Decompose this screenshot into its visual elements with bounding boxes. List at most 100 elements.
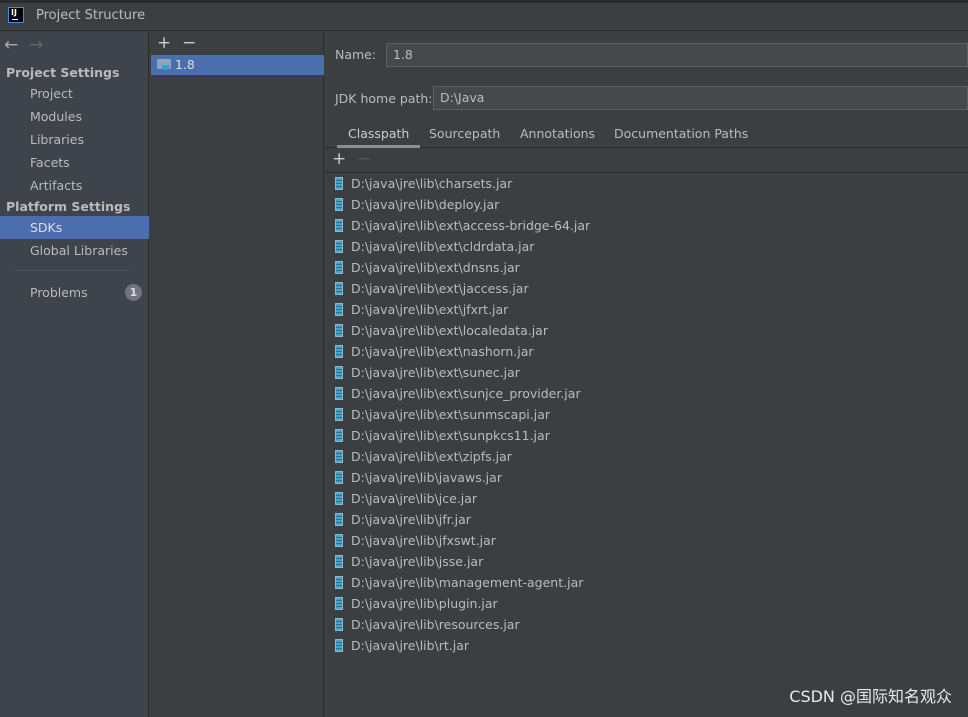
- classpath-path: D:\java\jre\lib\ext\sunmscapi.jar: [351, 407, 550, 422]
- classpath-row[interactable]: D:\java\jre\lib\jfr.jar: [335, 509, 471, 530]
- sidebar-item-libraries[interactable]: Libraries: [0, 128, 149, 151]
- classpath-path: D:\java\jre\lib\plugin.jar: [351, 596, 498, 611]
- jar-icon: [335, 492, 343, 505]
- sidebar-item-facets[interactable]: Facets: [0, 151, 149, 174]
- classpath-row[interactable]: D:\java\jre\lib\jfxswt.jar: [335, 530, 496, 551]
- classpath-row[interactable]: D:\java\jre\lib\ext\cldrdata.jar: [335, 236, 534, 257]
- classpath-path: D:\java\jre\lib\jfxswt.jar: [351, 533, 496, 548]
- classpath-row[interactable]: D:\java\jre\lib\ext\dnsns.jar: [335, 257, 520, 278]
- problems-count-badge: 1: [125, 284, 142, 301]
- classpath-row[interactable]: D:\java\jre\lib\ext\sunpkcs11.jar: [335, 425, 550, 446]
- sdk-list-panel: + − 1.8: [150, 32, 324, 717]
- tab-documentation-paths[interactable]: Documentation Paths: [603, 126, 759, 148]
- add-sdk-button[interactable]: +: [157, 33, 171, 53]
- watermark: CSDN @国际知名观众: [789, 687, 952, 706]
- name-input[interactable]: 1.8: [386, 43, 968, 67]
- classpath-path: D:\java\jre\lib\jsse.jar: [351, 554, 484, 569]
- classpath-row[interactable]: D:\java\jre\lib\charsets.jar: [335, 173, 512, 194]
- jdk-home-input[interactable]: D:\Java: [433, 86, 968, 110]
- jar-icon: [335, 387, 343, 400]
- jar-icon: [335, 513, 343, 526]
- classpath-toolbar: + −: [325, 149, 968, 173]
- name-label: Name:: [335, 47, 377, 62]
- sidebar-item-problems[interactable]: Problems 1: [0, 281, 149, 304]
- classpath-path: D:\java\jre\lib\resources.jar: [351, 617, 520, 632]
- sidebar-item-artifacts[interactable]: Artifacts: [0, 174, 149, 197]
- classpath-path: D:\java\jre\lib\charsets.jar: [351, 176, 513, 191]
- classpath-path: D:\java\jre\lib\ext\sunjce_provider.jar: [351, 386, 581, 401]
- classpath-row[interactable]: D:\java\jre\lib\ext\jfxrt.jar: [335, 299, 508, 320]
- forward-arrow-icon[interactable]: →: [29, 35, 43, 55]
- classpath-row[interactable]: D:\java\jre\lib\plugin.jar: [335, 593, 498, 614]
- window-title: Project Structure: [36, 8, 146, 23]
- classpath-path: D:\java\jre\lib\javaws.jar: [351, 470, 502, 485]
- classpath-row[interactable]: D:\java\jre\lib\ext\localedata.jar: [335, 320, 548, 341]
- jdk-home-label: JDK home path:: [335, 91, 433, 106]
- classpath-row[interactable]: D:\java\jre\lib\ext\nashorn.jar: [335, 341, 534, 362]
- classpath-row[interactable]: D:\java\jre\lib\ext\sunec.jar: [335, 362, 520, 383]
- jar-icon: [335, 366, 343, 379]
- jar-icon: [335, 345, 343, 358]
- jar-icon: [335, 177, 343, 190]
- classpath-path: D:\java\jre\lib\rt.jar: [351, 638, 470, 653]
- jar-icon: [335, 639, 343, 652]
- classpath-path: D:\java\jre\lib\ext\dnsns.jar: [351, 260, 520, 275]
- classpath-path: D:\java\jre\lib\ext\nashorn.jar: [351, 344, 534, 359]
- classpath-row[interactable]: D:\java\jre\lib\jsse.jar: [335, 551, 483, 572]
- classpath-path: D:\java\jre\lib\ext\localedata.jar: [351, 323, 548, 338]
- jar-icon: [335, 555, 343, 568]
- classpath-row[interactable]: D:\java\jre\lib\ext\zipfs.jar: [335, 446, 512, 467]
- jar-icon: [335, 240, 343, 253]
- classpath-path: D:\java\jre\lib\deploy.jar: [351, 197, 500, 212]
- classpath-row[interactable]: D:\java\jre\lib\jce.jar: [335, 488, 477, 509]
- sidebar: ← → Project Settings Project Modules Lib…: [0, 32, 149, 717]
- classpath-path: D:\java\jre\lib\ext\jfxrt.jar: [351, 302, 509, 317]
- intellij-logo-icon: IJ: [8, 7, 24, 23]
- tab-bar: Classpath Sourcepath Annotations Documen…: [325, 122, 968, 148]
- jar-icon: [335, 429, 343, 442]
- jar-icon: [335, 597, 343, 610]
- sdk-item[interactable]: 1.8: [151, 55, 324, 75]
- classpath-row[interactable]: D:\java\jre\lib\javaws.jar: [335, 467, 502, 488]
- java-cup-icon: [162, 65, 169, 70]
- title-bar: IJ Project Structure: [0, 0, 968, 31]
- classpath-row[interactable]: D:\java\jre\lib\ext\access-bridge-64.jar: [335, 215, 590, 236]
- classpath-row[interactable]: D:\java\jre\lib\ext\jaccess.jar: [335, 278, 529, 299]
- jar-icon: [335, 576, 343, 589]
- sdk-item-label: 1.8: [175, 57, 195, 72]
- remove-path-button[interactable]: −: [357, 149, 371, 169]
- jar-icon: [335, 261, 343, 274]
- classpath-row[interactable]: D:\java\jre\lib\ext\sunjce_provider.jar: [335, 383, 581, 404]
- section-project-settings: Project Settings: [6, 65, 120, 80]
- sidebar-item-project[interactable]: Project: [0, 82, 149, 105]
- jar-icon: [335, 303, 343, 316]
- jar-icon: [335, 408, 343, 421]
- classpath-row[interactable]: D:\java\jre\lib\management-agent.jar: [335, 572, 583, 593]
- jar-icon: [335, 450, 343, 463]
- classpath-path: D:\java\jre\lib\ext\access-bridge-64.jar: [351, 218, 591, 233]
- classpath-path: D:\java\jre\lib\jce.jar: [351, 491, 478, 506]
- jar-icon: [335, 618, 343, 631]
- classpath-path: D:\java\jre\lib\ext\zipfs.jar: [351, 449, 512, 464]
- classpath-path: D:\java\jre\lib\ext\sunpkcs11.jar: [351, 428, 550, 443]
- classpath-row[interactable]: D:\java\jre\lib\deploy.jar: [335, 194, 499, 215]
- tab-sourcepath[interactable]: Sourcepath: [418, 126, 511, 148]
- top-strip: [0, 0, 968, 3]
- sidebar-item-global-libraries[interactable]: Global Libraries: [0, 239, 149, 262]
- tab-annotations[interactable]: Annotations: [509, 126, 606, 148]
- sidebar-item-sdks[interactable]: SDKs: [0, 216, 149, 239]
- jar-icon: [335, 219, 343, 232]
- section-platform-settings: Platform Settings: [6, 199, 131, 214]
- back-arrow-icon[interactable]: ←: [4, 35, 18, 55]
- classpath-path: D:\java\jre\lib\jfr.jar: [351, 512, 471, 527]
- add-path-button[interactable]: +: [332, 149, 346, 169]
- remove-sdk-button[interactable]: −: [182, 33, 196, 53]
- sidebar-item-modules[interactable]: Modules: [0, 105, 149, 128]
- classpath-row[interactable]: D:\java\jre\lib\resources.jar: [335, 614, 520, 635]
- jar-icon: [335, 534, 343, 547]
- classpath-row[interactable]: D:\java\jre\lib\ext\sunmscapi.jar: [335, 404, 550, 425]
- classpath-path: D:\java\jre\lib\ext\cldrdata.jar: [351, 239, 535, 254]
- classpath-row[interactable]: D:\java\jre\lib\rt.jar: [335, 635, 469, 656]
- tab-classpath[interactable]: Classpath: [337, 126, 421, 148]
- problems-label: Problems: [30, 285, 88, 300]
